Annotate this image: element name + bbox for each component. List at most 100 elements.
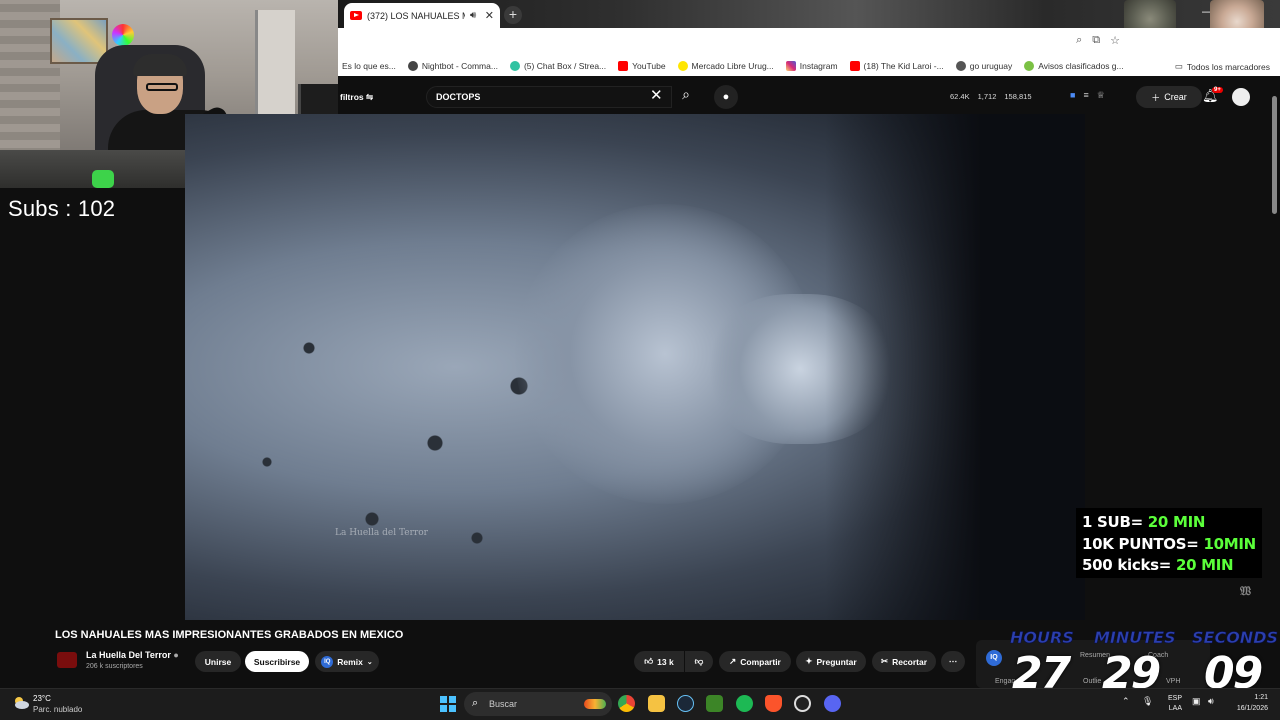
bookmark-item[interactable]: (5) Chat Box / Strea... <box>509 61 606 71</box>
trophy-icon[interactable]: ♕ <box>1097 90 1105 101</box>
subscribe-button[interactable]: Suscribirse <box>245 651 309 672</box>
streamlabs-icon <box>509 61 520 71</box>
brave-icon[interactable] <box>765 695 782 712</box>
join-button[interactable]: Unirse <box>195 651 241 672</box>
weather-cloud-icon[interactable] <box>12 695 30 709</box>
share-icon: ↗ <box>729 656 737 666</box>
webcam-led-light <box>112 24 134 46</box>
microphone-icon[interactable]: 🎙︎ <box>1142 696 1153 707</box>
bookmark-item[interactable]: YouTube <box>618 61 666 71</box>
chatgpt-icon[interactable] <box>794 695 811 712</box>
browser-tab-active[interactable]: (372) LOS NAHUALES MAS 🔊︎ ✕ <box>344 3 500 28</box>
iq-icon[interactable]: IQ <box>986 650 1002 666</box>
list-icon[interactable]: ≡ <box>1083 90 1088 101</box>
youtube-header: filtros ⇋ DOCTOPS ✕ ⌕ ● 62.4K 1,712 158,… <box>338 80 1280 114</box>
taskbar-time[interactable]: 1:21 <box>1226 694 1268 701</box>
youtube-icon <box>618 61 629 71</box>
keyboard-layout[interactable]: LAA <box>1160 705 1182 712</box>
network-icon[interactable]: ▣ <box>1192 696 1201 707</box>
webcam-green-object <box>92 170 114 188</box>
steam-icon[interactable] <box>677 695 694 712</box>
search-input[interactable]: DOCTOPS <box>426 86 672 108</box>
rule-line: 1 SUB= 20 MIN <box>1082 513 1206 531</box>
discord-icon[interactable] <box>824 695 841 712</box>
bookmarks-bar: Es lo que es... Nightbot - Comma... (5) … <box>338 56 1280 76</box>
chevron-up-icon[interactable]: ⌃ <box>1122 696 1130 707</box>
wt-logo-icon: 𝔚 <box>1240 584 1251 598</box>
stat-likes: 1,712 <box>977 92 997 101</box>
bookmark-item[interactable]: Mercado Libre Urug... <box>677 61 774 71</box>
scissors-icon: ✂ <box>880 656 889 666</box>
new-tab-button[interactable]: + <box>504 6 522 24</box>
clear-search-icon[interactable]: ✕ <box>650 86 663 104</box>
bookmark-item[interactable]: Nightbot - Comma... <box>407 61 498 71</box>
minecraft-icon[interactable] <box>706 695 723 712</box>
zoom-icon[interactable]: ⌕ <box>1076 34 1082 47</box>
chili-app-icon[interactable] <box>584 699 606 709</box>
windows-start-icon[interactable] <box>440 696 456 712</box>
bookmark-star-icon[interactable]: ☆ <box>1110 34 1120 47</box>
metric-label: Outlie <box>1083 678 1102 685</box>
notifications-badge: 9+ <box>1212 87 1223 93</box>
file-explorer-icon[interactable] <box>648 695 665 712</box>
channel-subscribers: 206 k suscriptores <box>86 663 143 670</box>
subs-counter: Subs : 102 <box>8 196 116 221</box>
video-player[interactable]: La Huella del Terror <box>185 114 1085 620</box>
rule-line: 10K PUNTOS= 10MIN <box>1082 534 1256 553</box>
scrollbar-thumb[interactable] <box>1272 96 1277 214</box>
bookmark-item[interactable]: (18) The Kid Laroi -... <box>849 61 944 71</box>
taskbar-date[interactable]: 16/1/2026 <box>1226 705 1268 712</box>
windows-taskbar <box>0 688 1280 720</box>
create-button[interactable]: ＋ Crear <box>1136 86 1202 108</box>
nightbot-icon <box>407 61 418 71</box>
all-bookmarks[interactable]: ▭ Todos los marcadores <box>1175 61 1270 72</box>
ask-button[interactable]: ✦ Preguntar <box>796 651 866 672</box>
taskbar-search-placeholder: Buscar <box>489 699 518 709</box>
address-bar[interactable]: ⌕ ⧉ ☆ <box>338 28 1280 56</box>
chrome-icon[interactable] <box>618 695 635 712</box>
bookmark-item[interactable]: go uruguay <box>955 61 1012 71</box>
weather-temperature[interactable]: 23°C <box>33 694 51 703</box>
video-watermark: La Huella del Terror <box>335 528 428 538</box>
globe-icon <box>955 61 966 71</box>
avatar[interactable] <box>1232 88 1250 106</box>
metric-label: VPH <box>1166 678 1181 685</box>
share-button[interactable]: ↗ Compartir <box>719 651 791 672</box>
channel-name[interactable]: La Huella Del Terror ● <box>86 650 179 660</box>
instagram-icon <box>785 61 796 71</box>
spotify-icon[interactable] <box>736 695 753 712</box>
folder-icon: ▭ <box>1174 61 1183 71</box>
sliders-icon: ⇋ <box>366 92 374 102</box>
bookmark-item[interactable]: Es lo que es... <box>342 61 396 71</box>
video-title: LOS NAHUALES MAS IMPRESIONANTES GRABADOS… <box>55 629 404 641</box>
thumbs-up-icon: 👍︎ <box>644 656 654 666</box>
thumbs-down-icon: 👎︎ <box>694 656 704 666</box>
clip-button[interactable]: ✂ Recortar <box>872 651 936 672</box>
language-indicator[interactable]: ESP <box>1160 695 1182 702</box>
webcam-streamer-hat <box>133 54 187 76</box>
weather-description[interactable]: Parc. nublado <box>33 705 82 714</box>
search-icon[interactable]: ⌕ <box>672 86 700 108</box>
dislike-button[interactable]: 👎︎ <box>685 651 713 672</box>
filters-button[interactable]: filtros ⇋ <box>340 92 373 103</box>
webcam-door <box>255 10 295 120</box>
video-shadow <box>825 114 1085 620</box>
speaker-icon[interactable]: 🔊︎ <box>470 10 476 21</box>
like-button[interactable]: 👍︎ 13 k <box>634 651 684 672</box>
remix-button[interactable]: IQ Remix ⌄ <box>315 651 379 672</box>
left-background <box>0 188 185 620</box>
close-icon[interactable]: ✕ <box>485 9 494 22</box>
youtube-icon <box>350 11 362 20</box>
iq-extension-icon[interactable]: ■ <box>1070 90 1075 101</box>
youtube-icon <box>849 61 860 71</box>
chevron-down-icon: ⌄ <box>366 658 373 666</box>
channel-avatar[interactable] <box>57 652 77 668</box>
microphone-icon[interactable]: ● <box>714 85 738 109</box>
more-actions-button[interactable]: ⋯ <box>941 651 965 672</box>
install-icon[interactable]: ⧉ <box>1092 34 1100 47</box>
bookmark-item[interactable]: Avisos clasificados g... <box>1024 61 1124 71</box>
gallito-icon <box>1024 61 1035 71</box>
bookmark-item[interactable]: Instagram <box>785 61 838 71</box>
timer-minutes-label: MINUTES <box>1094 628 1176 648</box>
volume-icon[interactable]: 🔊︎ <box>1208 696 1214 707</box>
